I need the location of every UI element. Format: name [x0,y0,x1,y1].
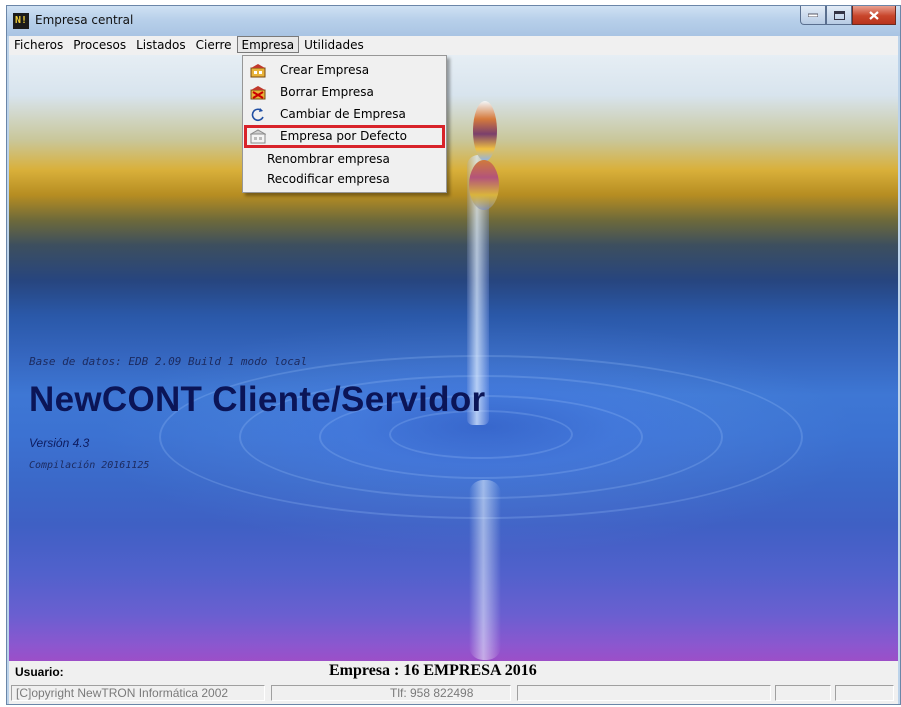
minimize-icon [808,13,818,17]
menu-renombrar-empresa[interactable]: Renombrar empresa [245,149,444,170]
close-icon [869,10,879,20]
menu-item-label: Borrar Empresa [280,85,374,99]
status-panel-empty [517,685,771,701]
menu-listados[interactable]: Listados [131,36,191,53]
build-label: Compilación 20161125 [29,460,150,471]
close-button[interactable] [852,6,896,25]
menu-recodificar-empresa[interactable]: Recodificar empresa [245,169,444,190]
title-bar[interactable]: N! Empresa central [7,6,900,36]
menu-item-label: Cambiar de Empresa [280,107,406,121]
menu-crear-empresa[interactable]: Crear Empresa [245,60,444,81]
menu-item-label: Crear Empresa [280,63,370,77]
empresa-dropdown-menu: Crear Empresa Borrar Empresa Cambiar de … [242,55,447,193]
app-icon: N! [13,13,29,29]
product-title: NewCONT Cliente/Servidor [29,380,486,419]
copyright-panel: [C]opyright NewTRON Informática 2002 [11,685,265,701]
water-drop-middle [469,160,499,210]
menu-borrar-empresa[interactable]: Borrar Empresa [245,82,444,103]
status-panel-empty [835,685,894,701]
menu-item-label: Recodificar empresa [267,172,390,186]
building-default-icon [250,129,266,144]
splash-background: Base de datos: EDB 2.09 Build 1 modo loc… [9,55,898,661]
refresh-icon [251,108,264,122]
version-label: Versión 4.3 [29,436,90,450]
maximize-icon [833,10,845,20]
status-bar-info: [C]opyright NewTRON Informática 2002 Tlf… [9,682,898,704]
window-controls [800,6,896,26]
company-label: Empresa : 16 EMPRESA 2016 [329,662,537,679]
water-reflection [469,480,501,660]
menu-empresa-por-defecto[interactable]: Empresa por Defecto [244,125,445,148]
menu-item-label: Renombrar empresa [267,152,390,166]
building-delete-icon [250,86,266,100]
menu-item-label: Empresa por Defecto [280,129,407,143]
status-panel-empty [775,685,831,701]
water-drop [473,101,497,161]
database-info: Base de datos: EDB 2.09 Build 1 modo loc… [29,355,308,368]
menu-utilidades[interactable]: Utilidades [299,36,369,53]
user-label: Usuario: [15,665,64,679]
menu-empresa[interactable]: Empresa [236,36,300,53]
building-add-icon [250,64,266,78]
phone-panel: Tlf: 958 822498 [271,685,511,701]
menu-bar: Ficheros Procesos Listados Cierre Empres… [9,36,898,56]
menu-cambiar-empresa[interactable]: Cambiar de Empresa [245,104,444,125]
status-bar-company: Usuario: Empresa : 16 EMPRESA 2016 [9,661,898,682]
window-title: Empresa central [35,13,134,27]
main-window: N! Empresa central Ficheros Procesos Lis… [6,5,901,705]
menu-ficheros[interactable]: Ficheros [9,36,68,53]
menu-procesos[interactable]: Procesos [68,36,131,53]
maximize-button[interactable] [826,6,852,25]
minimize-button[interactable] [800,6,826,25]
menu-cierre[interactable]: Cierre [191,36,237,53]
